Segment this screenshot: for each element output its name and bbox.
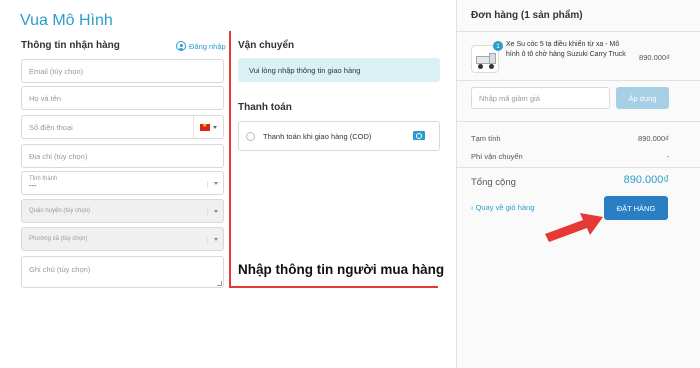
annotation-border-bottom — [229, 286, 438, 288]
login-label: Đăng nhập — [189, 41, 226, 51]
truck-cab — [489, 53, 496, 64]
cod-label: Thanh toán khi giao hàng (COD) — [263, 131, 372, 141]
shipping-fee-label: Phí vận chuyển — [471, 152, 523, 161]
chevron-down-icon — [213, 125, 217, 129]
radio-button[interactable] — [246, 131, 255, 141]
divider — [457, 31, 700, 32]
order-summary-title: Đơn hàng (1 sản phẩm) — [471, 10, 583, 21]
vietnam-flag-icon — [200, 122, 210, 131]
shipping-section-title: Vận chuyển — [238, 40, 295, 51]
brand-logo[interactable]: Vua Mô Hình — [20, 12, 113, 30]
truck-wheel — [478, 64, 483, 69]
email-placeholder: Email (tùy chọn) — [29, 66, 84, 76]
phone-field[interactable]: Số điện thoại — [21, 115, 224, 139]
user-circle-icon — [176, 41, 186, 51]
payment-option-cod[interactable]: Thanh toán khi giao hàng (COD) — [238, 121, 440, 151]
total-label: Tổng cộng — [471, 177, 516, 188]
country-code-select[interactable] — [193, 116, 223, 138]
name-field[interactable]: Họ và tên — [21, 86, 224, 110]
resize-handle[interactable] — [217, 281, 222, 286]
district-placeholder: Quận huyện (tùy chọn) — [29, 208, 91, 214]
divider — [457, 121, 700, 122]
total-value: 890.000₫ — [623, 174, 669, 186]
back-to-cart-link[interactable]: ‹ Quay về giỏ hàng — [471, 203, 534, 212]
red-arrow-icon — [545, 213, 603, 242]
subtotal-value: 890.000₫ — [638, 134, 669, 143]
quantity-badge: 1 — [493, 41, 503, 51]
subtotal-label: Tạm tính — [471, 134, 501, 143]
apply-discount-button[interactable]: Áp dụng — [616, 87, 669, 109]
name-placeholder: Họ và tên — [29, 93, 62, 103]
chevron-down-icon — [207, 181, 219, 188]
shipping-fee-value: - — [666, 152, 670, 161]
recipient-section-title: Thông tin nhận hàng — [21, 40, 120, 51]
phone-placeholder: Số điện thoại — [29, 122, 73, 132]
ward-placeholder: Phường xã (tùy chọn) — [29, 236, 88, 242]
place-order-button[interactable]: ĐẶT HÀNG — [604, 196, 668, 220]
province-value: --- — [29, 180, 37, 190]
note-placeholder: Ghi chú (tùy chọn) — [29, 265, 91, 274]
annotation-border-left — [229, 31, 231, 287]
arrow-shape — [545, 213, 603, 242]
product-price: 890.000₫ — [639, 53, 670, 62]
province-select[interactable]: Tỉnh thành --- — [21, 171, 224, 195]
divider — [457, 167, 700, 168]
payment-section-title: Thanh toán — [238, 102, 292, 113]
product-name: Xe Su cóc 5 tạ điều khiển từ xa - Mô hìn… — [506, 41, 626, 58]
email-field[interactable]: Email (tùy chọn) — [21, 59, 224, 83]
login-link[interactable]: Đăng nhập — [176, 41, 226, 51]
shipping-notice: Vui lòng nhập thông tin giao hàng — [238, 58, 440, 82]
discount-code-input[interactable]: Nhập mã giảm giá — [471, 87, 610, 109]
note-textarea[interactable]: Ghi chú (tùy chọn) — [21, 256, 224, 288]
discount-placeholder: Nhập mã giảm giá — [479, 93, 540, 103]
chevron-down-icon — [207, 237, 219, 244]
district-select[interactable]: Quận huyện (tùy chọn) — [21, 199, 224, 223]
ward-select[interactable]: Phường xã (tùy chọn) — [21, 227, 224, 251]
cash-icon — [413, 131, 425, 140]
address-field[interactable]: Địa chỉ (tùy chọn) — [21, 144, 224, 168]
truck-wheel — [489, 64, 494, 69]
divider — [457, 80, 700, 81]
annotation-caption: Nhập thông tin người mua hàng — [238, 262, 445, 277]
chevron-down-icon — [207, 209, 219, 216]
address-placeholder: Địa chỉ (tùy chọn) — [29, 151, 88, 161]
